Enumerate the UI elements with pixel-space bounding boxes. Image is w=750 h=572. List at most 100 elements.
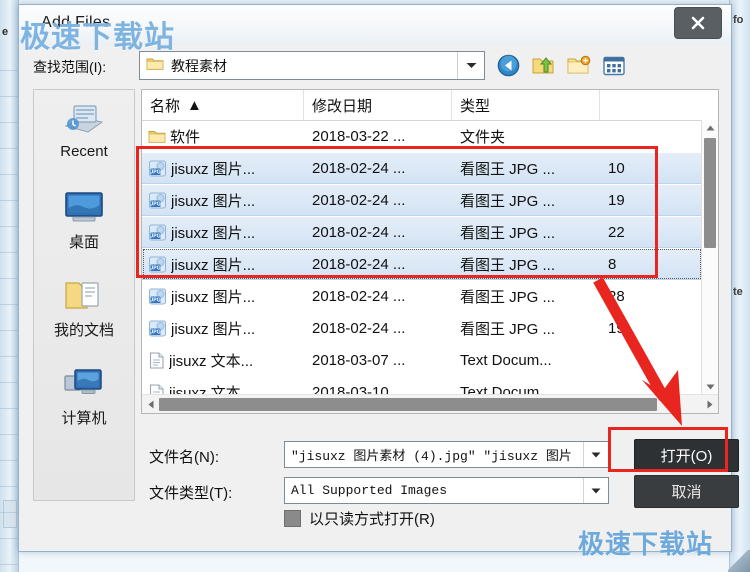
background-texture-line — [0, 278, 18, 279]
cell-date: 2018-02-24 ... — [312, 255, 406, 273]
cell-name-label: jisuxz 图片... — [171, 320, 256, 338]
readonly-checkbox[interactable] — [284, 510, 301, 527]
column-header-name[interactable]: 名称 ▲ — [142, 90, 304, 120]
horizontal-scrollbar-thumb[interactable] — [159, 397, 657, 411]
background-texture-line — [0, 148, 18, 149]
background-window-left-edge: e — [0, 0, 19, 572]
background-texture-line — [0, 304, 18, 305]
table-row[interactable]: JPG jisuxz 图片... 2018-02-24 ... 看图王 JPG ...… — [142, 152, 702, 184]
look-in-combobox[interactable]: 教程素材 — [139, 51, 485, 80]
column-header-date[interactable]: 修改日期 — [304, 90, 452, 120]
cell-type: 文件夹 — [460, 128, 506, 146]
jpg-file-icon: JPG — [149, 288, 166, 304]
filename-dropdown-icon[interactable] — [583, 442, 608, 467]
sidebar-item-computer[interactable]: 计算机 — [34, 354, 134, 442]
cell-name-label: 软件 — [170, 128, 201, 146]
horizontal-scrollbar[interactable] — [142, 394, 718, 413]
recent-documents-icon — [62, 97, 106, 141]
table-row[interactable]: JPG jisuxz 图片... 2018-02-24 ... 看图王 JPG ...… — [142, 280, 702, 312]
cell-size: 28 — [608, 287, 625, 305]
background-scrollbar — [3, 500, 17, 528]
cell-size: 8 — [608, 255, 617, 273]
sort-ascending-icon: ▲ — [187, 96, 202, 114]
column-header-size[interactable] — [600, 90, 718, 120]
filename-value: "jisuxz 图片素材 (4).jpg" "jisuxz 图片 — [291, 449, 572, 464]
cell-name: JPG jisuxz 图片... — [142, 222, 304, 243]
cancel-button[interactable]: 取消 — [634, 475, 739, 508]
cell-name-label: jisuxz 图片... — [171, 224, 256, 242]
filetype-select[interactable]: All Supported Images — [284, 477, 609, 504]
cell-size: 22 — [608, 223, 625, 241]
jpg-file-icon: JPG — [149, 160, 166, 176]
open-button[interactable]: 打开(O) — [634, 439, 739, 472]
vertical-scrollbar-thumb[interactable] — [704, 138, 716, 248]
cell-name: jisuxz 文本... — [142, 382, 304, 395]
column-header-type[interactable]: 类型 — [452, 90, 600, 120]
svg-text:JPG: JPG — [150, 297, 160, 303]
sidebar-label-computer: 计算机 — [61, 410, 107, 427]
sidebar-item-recent[interactable]: Recent — [34, 90, 134, 178]
cell-type: Text Docum... — [460, 351, 552, 369]
table-row[interactable]: JPG jisuxz 图片... 2018-02-24 ... 看图王 JPG ...… — [142, 184, 702, 216]
scroll-right-button[interactable] — [701, 396, 718, 413]
cell-date: 2018-03-22 ... — [312, 127, 406, 145]
table-row[interactable]: jisuxz 文本... 2018-03-10 ... Text Docum... — [142, 376, 702, 395]
background-texture-line — [0, 70, 18, 71]
new-folder-button[interactable] — [565, 52, 592, 79]
table-row[interactable]: 软件 2018-03-22 ... 文件夹 — [142, 120, 702, 152]
file-list-pane: 名称 ▲ 修改日期 类型 软件 2018-03-22 ... 文件夹 JPG jisux… — [141, 89, 719, 414]
cell-date: 2018-02-24 ... — [312, 191, 406, 209]
view-mode-button[interactable] — [600, 52, 627, 79]
cell-type: 看图王 JPG ... — [460, 288, 556, 306]
cell-type: 看图王 JPG ... — [460, 256, 556, 274]
sidebar-item-desktop[interactable]: 桌面 — [34, 178, 134, 266]
jpg-file-icon: JPG — [149, 192, 166, 208]
cell-date: 2018-02-24 ... — [312, 319, 406, 337]
up-folder-button[interactable] — [530, 52, 557, 79]
cell-name: JPG jisuxz 图片... — [142, 190, 304, 211]
chevron-down-icon[interactable] — [457, 52, 484, 79]
background-texture-line — [0, 96, 18, 97]
view-grid-icon — [602, 56, 625, 75]
back-button[interactable] — [495, 52, 522, 79]
places-sidebar: Recent 桌面 我的文档 计算机 — [33, 89, 135, 501]
my-documents-icon — [63, 273, 105, 317]
column-header-row: 名称 ▲ 修改日期 类型 — [142, 90, 718, 121]
table-row[interactable]: JPG jisuxz 图片... 2018-02-24 ... 看图王 JPG ...… — [142, 216, 702, 248]
scroll-up-button[interactable] — [702, 120, 718, 136]
background-texture-line — [0, 512, 18, 513]
table-row[interactable]: JPG jisuxz 图片... 2018-02-24 ... 看图王 JPG ...… — [142, 312, 702, 344]
background-texture-line — [0, 564, 18, 565]
filetype-dropdown-icon[interactable] — [583, 478, 608, 503]
cell-size: 10 — [608, 159, 625, 177]
column-header-type-label: 类型 — [460, 97, 491, 115]
text-file-icon — [148, 351, 165, 369]
table-row[interactable]: JPG jisuxz 图片... 2018-02-24 ... 看图王 JPG ...… — [142, 248, 702, 280]
readonly-checkbox-row[interactable]: 以只读方式打开(R) — [284, 508, 435, 529]
background-texture-line — [0, 460, 18, 461]
jpg-file-icon: JPG — [148, 320, 167, 337]
cell-name-label: jisuxz 图片... — [171, 192, 256, 210]
chevron-right-icon — [707, 400, 712, 408]
jpg-file-icon: JPG — [149, 224, 166, 240]
cell-type: 看图王 JPG ... — [460, 192, 556, 210]
cell-date: 2018-02-24 ... — [312, 287, 406, 305]
background-texture-line — [0, 252, 18, 253]
svg-text:JPG: JPG — [150, 233, 160, 239]
scroll-left-button[interactable] — [142, 396, 159, 413]
filename-label: 文件名(N): — [149, 449, 219, 466]
column-header-date-label: 修改日期 — [312, 97, 373, 115]
cell-name-label: jisuxz 图片... — [171, 160, 256, 178]
filename-input[interactable]: "jisuxz 图片素材 (4).jpg" "jisuxz 图片 — [284, 441, 609, 468]
background-texture-line — [0, 226, 18, 227]
table-row[interactable]: jisuxz 文本... 2018-03-07 ... Text Docum... — [142, 344, 702, 376]
window-resize-grip[interactable] — [728, 550, 750, 572]
background-texture-line — [0, 356, 18, 357]
scroll-down-button[interactable] — [702, 379, 718, 395]
vertical-scrollbar[interactable] — [701, 120, 718, 395]
background-texture-line — [0, 200, 18, 201]
close-button[interactable] — [674, 7, 722, 39]
filetype-label: 文件类型(T): — [149, 485, 233, 502]
jpg-file-icon: JPG — [148, 256, 167, 273]
sidebar-item-my-documents[interactable]: 我的文档 — [34, 266, 134, 354]
